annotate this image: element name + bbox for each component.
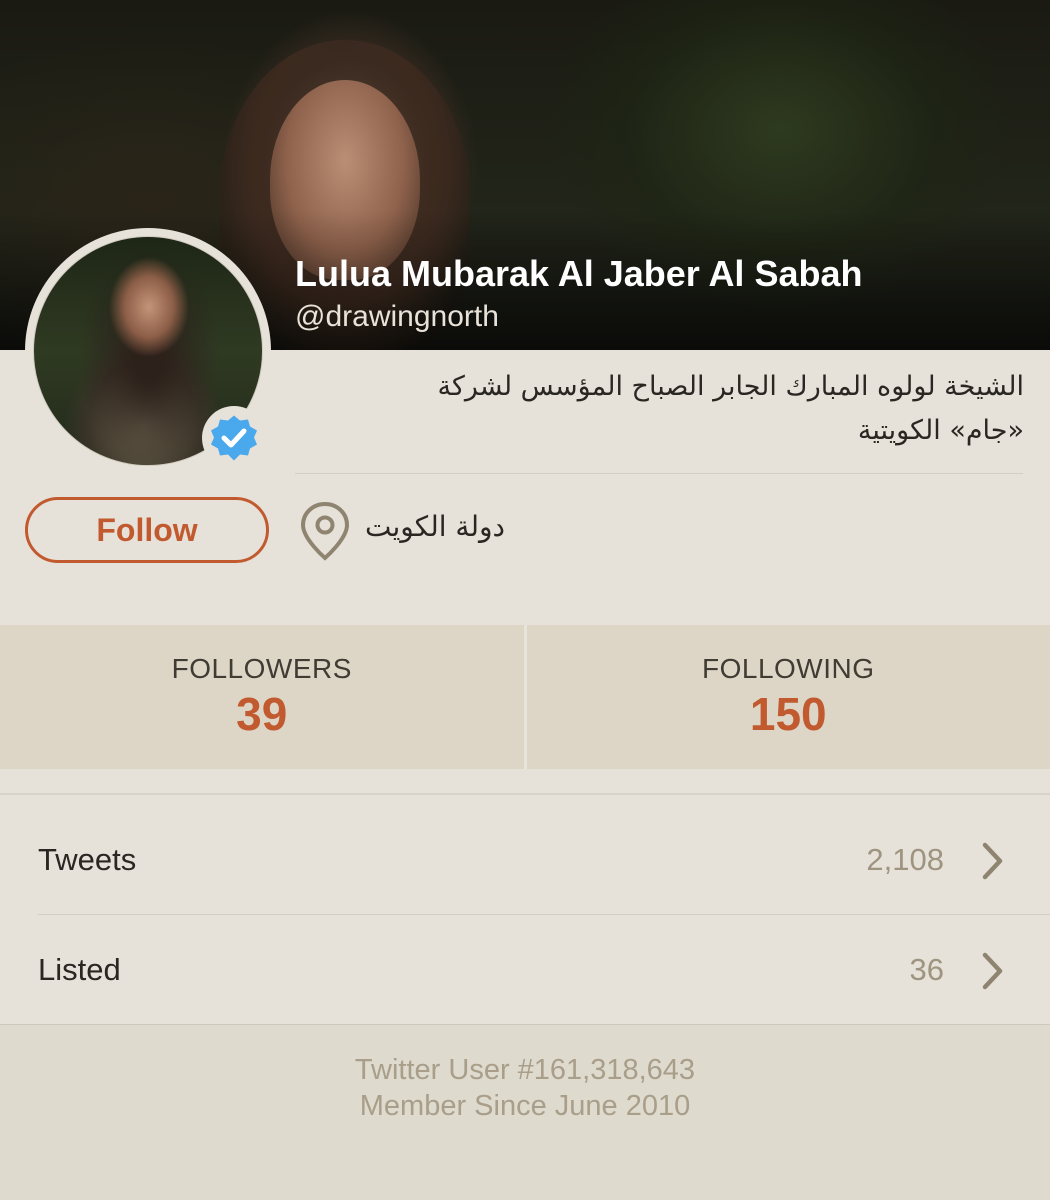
member-since: Member Since June 2010 <box>359 1090 691 1122</box>
listed-count: 36 <box>909 952 944 987</box>
chevron-right-icon <box>982 952 1003 990</box>
followers-stat[interactable]: FOLLOWERS 39 <box>0 625 524 769</box>
tweets-row[interactable]: Tweets 2,108 <box>0 806 1050 914</box>
tweets-label: Tweets <box>38 842 137 877</box>
profile-name: Lulua Mubarak Al Jaber Al Sabah <box>295 253 863 294</box>
following-count: 150 <box>749 688 827 740</box>
listed-row[interactable]: Listed 36 <box>0 916 1050 1024</box>
list-divider <box>38 914 1050 915</box>
location-pin-icon <box>300 501 350 561</box>
follow-button[interactable]: Follow <box>25 497 269 563</box>
bio-line-1: الشيخة لولوه المبارك الجابر الصباح المؤس… <box>437 371 1024 402</box>
footer-divider <box>0 1024 1050 1025</box>
profile-handle: @drawingnorth <box>295 300 499 333</box>
following-stat[interactable]: FOLLOWING 150 <box>527 625 1050 769</box>
stats-bar: FOLLOWERS 39 FOLLOWING 150 <box>0 625 1050 769</box>
section-divider <box>0 793 1050 795</box>
followers-label: FOLLOWERS <box>171 653 352 684</box>
account-footer: Twitter User #161,318,643 Member Since J… <box>0 1052 1050 1124</box>
listed-label: Listed <box>38 952 121 987</box>
bio-divider <box>295 473 1023 474</box>
chevron-right-icon <box>982 842 1003 880</box>
twitter-user-number: Twitter User #161,318,643 <box>354 1054 696 1086</box>
followers-count: 39 <box>236 688 288 740</box>
verified-badge-icon <box>202 406 266 470</box>
tweets-count: 2,108 <box>866 842 944 877</box>
profile-bio: الشيخة لولوه المبارك الجابر الصباح المؤس… <box>304 365 1024 453</box>
bio-line-2: «جام» الكويتية <box>857 415 1024 446</box>
following-label: FOLLOWING <box>701 653 875 684</box>
profile-location: دولة الكويت <box>365 510 505 543</box>
